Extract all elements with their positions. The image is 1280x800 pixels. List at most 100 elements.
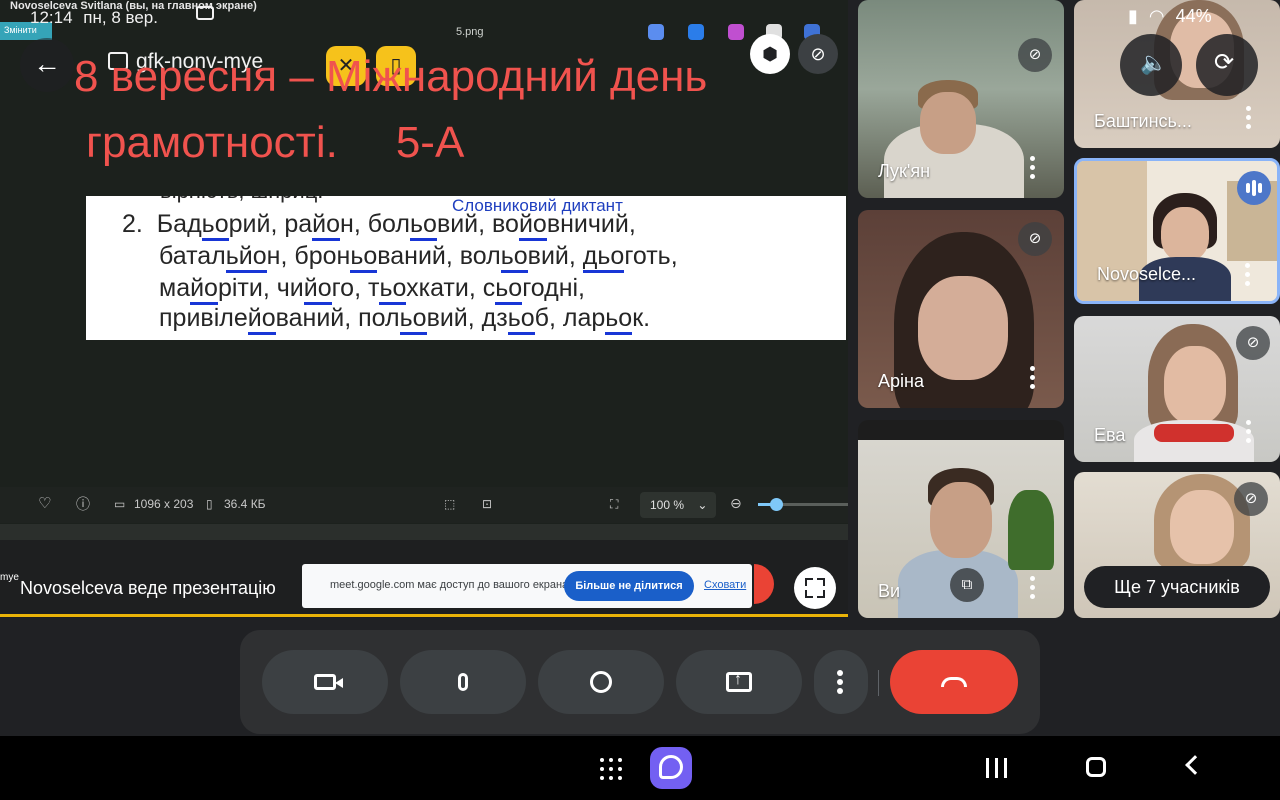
- more-options-icon[interactable]: [1246, 106, 1252, 132]
- image-dimensions: 1096 x 203: [134, 497, 194, 511]
- slide-cut-line: вірність, шприц.: [160, 196, 323, 204]
- stop-presenting-edge[interactable]: [754, 564, 774, 604]
- call-controls: [240, 630, 1040, 734]
- underlined: дьо: [582, 242, 625, 273]
- apps-grid-icon[interactable]: [600, 758, 622, 780]
- zoom-slider-handle[interactable]: [770, 498, 783, 511]
- chevron-down-icon: ⌄: [697, 498, 708, 512]
- hang-up-icon: [941, 677, 967, 687]
- slide-title-line1: 8 вересня – Міжнародний день: [74, 52, 708, 101]
- present-button[interactable]: [676, 650, 802, 714]
- more-vertical-icon: [837, 670, 843, 697]
- zoom-out-icon[interactable]: ⊖: [730, 495, 742, 512]
- slide-row-2: батальйон, броньований, вольовий, дьогот…: [159, 242, 678, 273]
- switch-camera-icon: ⟳: [1214, 49, 1235, 76]
- zoom-slider[interactable]: [758, 498, 848, 511]
- presentation-tag: mye: [0, 572, 19, 583]
- participant-video-face: [1164, 346, 1226, 424]
- pin-button[interactable]: ⬢: [750, 34, 790, 74]
- more-options-icon[interactable]: [1246, 420, 1252, 446]
- back-nav-icon[interactable]: [1185, 755, 1205, 775]
- meet-screen: Novoselceva Svitlana (вы, на главном экр…: [0, 0, 1280, 800]
- speaking-indicator-icon: [1237, 171, 1271, 205]
- fullscreen-button[interactable]: [794, 567, 836, 609]
- info-icon[interactable]: ⓘ: [76, 494, 90, 514]
- presenting-banner: mye Novoselceva веде презентацію meet.go…: [0, 562, 848, 612]
- underlined: йо: [190, 274, 218, 305]
- reframe-icon[interactable]: ⧉: [950, 568, 984, 602]
- microphone-icon: [458, 673, 468, 691]
- hide-link[interactable]: Сховати: [704, 579, 746, 591]
- participant-name: Ева: [1094, 425, 1126, 445]
- slide-row-3: майоріти, чийого, тьохкати, сьогодні,: [159, 274, 586, 305]
- arrow-left-icon: ←: [33, 48, 61, 79]
- underlined: ьо: [410, 210, 437, 241]
- more-options-icon[interactable]: [1030, 366, 1036, 392]
- end-call-button[interactable]: [890, 650, 1018, 714]
- fit-screen-icon[interactable]: ⛶: [610, 497, 618, 512]
- audio-output-button[interactable]: 🔈: [1120, 34, 1182, 96]
- fullscreen-icon-corner: [817, 590, 825, 598]
- reactions-button[interactable]: [538, 650, 664, 714]
- mic-off-icon: ⊘: [810, 44, 826, 64]
- crop-icon[interactable]: ⬚: [444, 497, 455, 511]
- participant-tile-self[interactable]: Ви ⧉: [858, 420, 1064, 618]
- participant-tile[interactable]: ⊘ Лук'ян: [858, 0, 1064, 198]
- participant-video-face: [930, 482, 992, 558]
- word: го, т: [331, 274, 380, 302]
- text-select-icon[interactable]: ⊡: [482, 497, 492, 511]
- zoom-select[interactable]: 100 % ⌄: [640, 492, 716, 518]
- camera-button[interactable]: [262, 650, 388, 714]
- screen-record-icon: [196, 6, 214, 20]
- participant-video-face: [918, 276, 1008, 380]
- word: вий, во: [436, 210, 519, 238]
- more-options-icon[interactable]: [1030, 576, 1036, 602]
- mute-button[interactable]: ⊘: [798, 34, 838, 74]
- pin-icon: ⬢: [762, 44, 778, 64]
- class-label: 5-А: [395, 118, 465, 167]
- recent-apps-icon[interactable]: [986, 758, 1008, 778]
- battery-level: 44%: [1175, 6, 1212, 26]
- copilot-icon: [648, 24, 664, 40]
- microphone-button[interactable]: [400, 650, 526, 714]
- mic-off-icon: ⊘: [1236, 326, 1270, 360]
- word: ма: [159, 274, 191, 302]
- mic-off-icon: ⊘: [1018, 38, 1052, 72]
- screen-share-notice: meet.google.com має доступ до вашого екр…: [302, 564, 752, 608]
- device-clock: 12:14 пн, 8 вер.: [30, 8, 164, 28]
- switch-camera-button[interactable]: ⟳: [1196, 34, 1258, 96]
- fullscreen-icon-corner: [817, 578, 825, 586]
- red-scarf: [1154, 424, 1234, 442]
- more-options-icon[interactable]: [1245, 263, 1251, 289]
- word: рий, ра: [228, 210, 313, 238]
- more-participants-button[interactable]: Ще 7 учасників: [1084, 566, 1270, 608]
- participant-tile[interactable]: ⊘ Ева: [1074, 316, 1280, 462]
- participant-tile-active-speaker[interactable]: Novoselce...: [1074, 158, 1280, 304]
- underlined: ьо: [379, 274, 407, 305]
- speaker-icon: 🔈: [1140, 50, 1168, 75]
- participant-video-face: [1170, 490, 1234, 564]
- more-options-icon[interactable]: [1030, 156, 1036, 182]
- viber-app-icon[interactable]: [650, 747, 692, 789]
- underlined: йо: [312, 210, 341, 241]
- word: хкати, с: [406, 274, 496, 302]
- presentation-progress-line: [0, 614, 848, 617]
- back-button[interactable]: ←: [20, 38, 74, 92]
- word: ріти, чи: [217, 274, 304, 302]
- word: б, лар: [534, 304, 606, 332]
- slide-row-1: 2. Бадьорий, район, больовий, войовничий…: [122, 210, 636, 241]
- mic-off-icon: ⊘: [1234, 482, 1268, 516]
- controls-divider: [878, 670, 879, 696]
- image-viewer-toolbar: ♡ ⓘ ▭ 1096 x 203 ▯ 36.4 КБ ⬚ ⊡ ⛶ 100 % ⌄…: [0, 487, 848, 523]
- underlined: ьо: [201, 210, 229, 241]
- participant-tile[interactable]: ⊘ Аріна: [858, 210, 1064, 408]
- favorite-icon[interactable]: ♡: [38, 494, 51, 512]
- more-options-button[interactable]: [814, 650, 868, 714]
- participant-video-face: [1161, 207, 1209, 261]
- word: вничий,: [546, 210, 636, 238]
- home-icon[interactable]: [1086, 757, 1106, 777]
- participant-name: Ви: [878, 581, 901, 601]
- word: годні,: [522, 274, 586, 302]
- stop-sharing-button[interactable]: Більше не ділитися: [564, 571, 694, 601]
- word: ваний, вол: [377, 242, 501, 270]
